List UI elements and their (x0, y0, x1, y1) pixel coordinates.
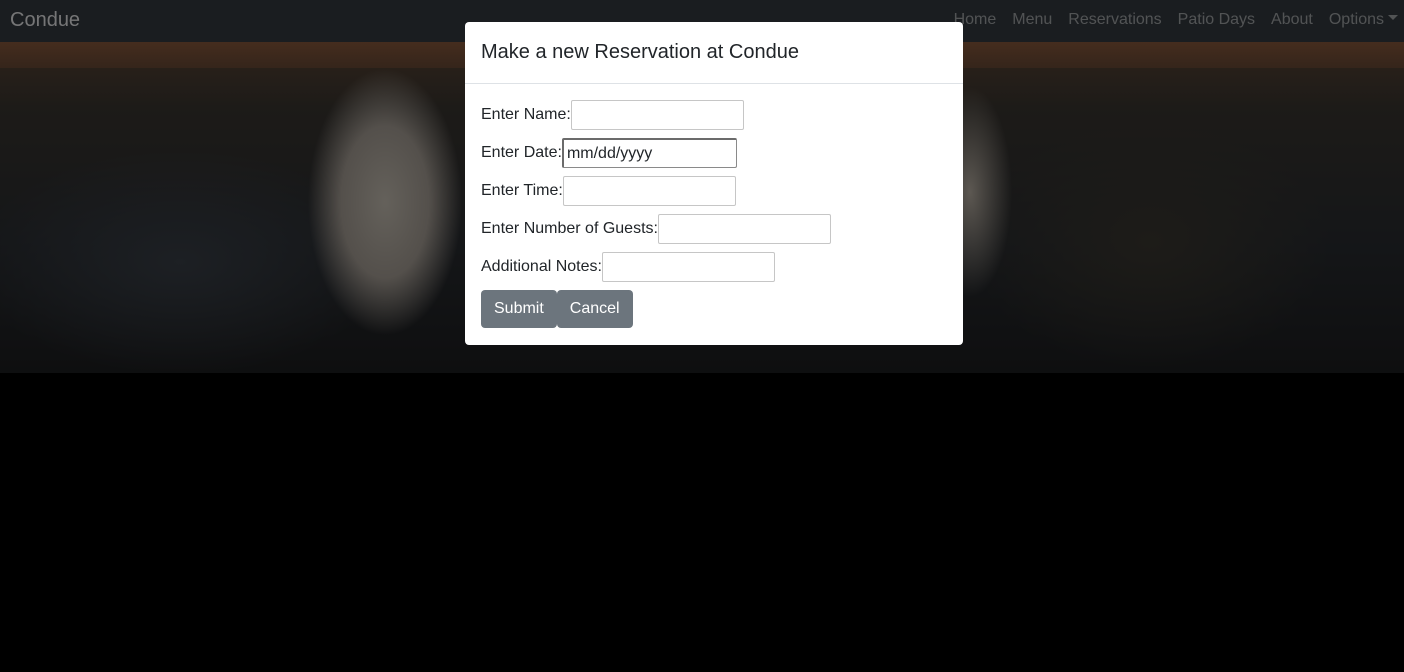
notes-label: Additional Notes: (481, 258, 602, 275)
time-label: Enter Time: (481, 182, 563, 199)
name-input[interactable] (570, 100, 744, 130)
guests-row: Enter Number of Guests: (481, 214, 947, 244)
cancel-button[interactable]: Cancel (556, 290, 633, 328)
guests-input[interactable] (657, 214, 831, 244)
guests-label: Enter Number of Guests: (481, 220, 658, 237)
date-label: Enter Date: (481, 144, 562, 161)
time-row: Enter Time: (481, 176, 947, 206)
notes-row: Additional Notes: (481, 252, 947, 282)
date-row: Enter Date: (481, 138, 947, 168)
notes-input[interactable] (601, 252, 775, 282)
modal-buttons: Submit Cancel (481, 290, 947, 328)
name-label: Enter Name: (481, 106, 571, 123)
time-input[interactable] (562, 176, 736, 206)
modal-body: Enter Name: Enter Date: Enter Time: Ente… (465, 84, 963, 328)
reservation-modal: Make a new Reservation at Condue Enter N… (465, 22, 963, 345)
date-input[interactable] (561, 138, 737, 168)
modal-header: Make a new Reservation at Condue (465, 22, 963, 84)
name-row: Enter Name: (481, 100, 947, 130)
submit-button[interactable]: Submit (481, 290, 557, 328)
modal-title: Make a new Reservation at Condue (481, 41, 799, 63)
